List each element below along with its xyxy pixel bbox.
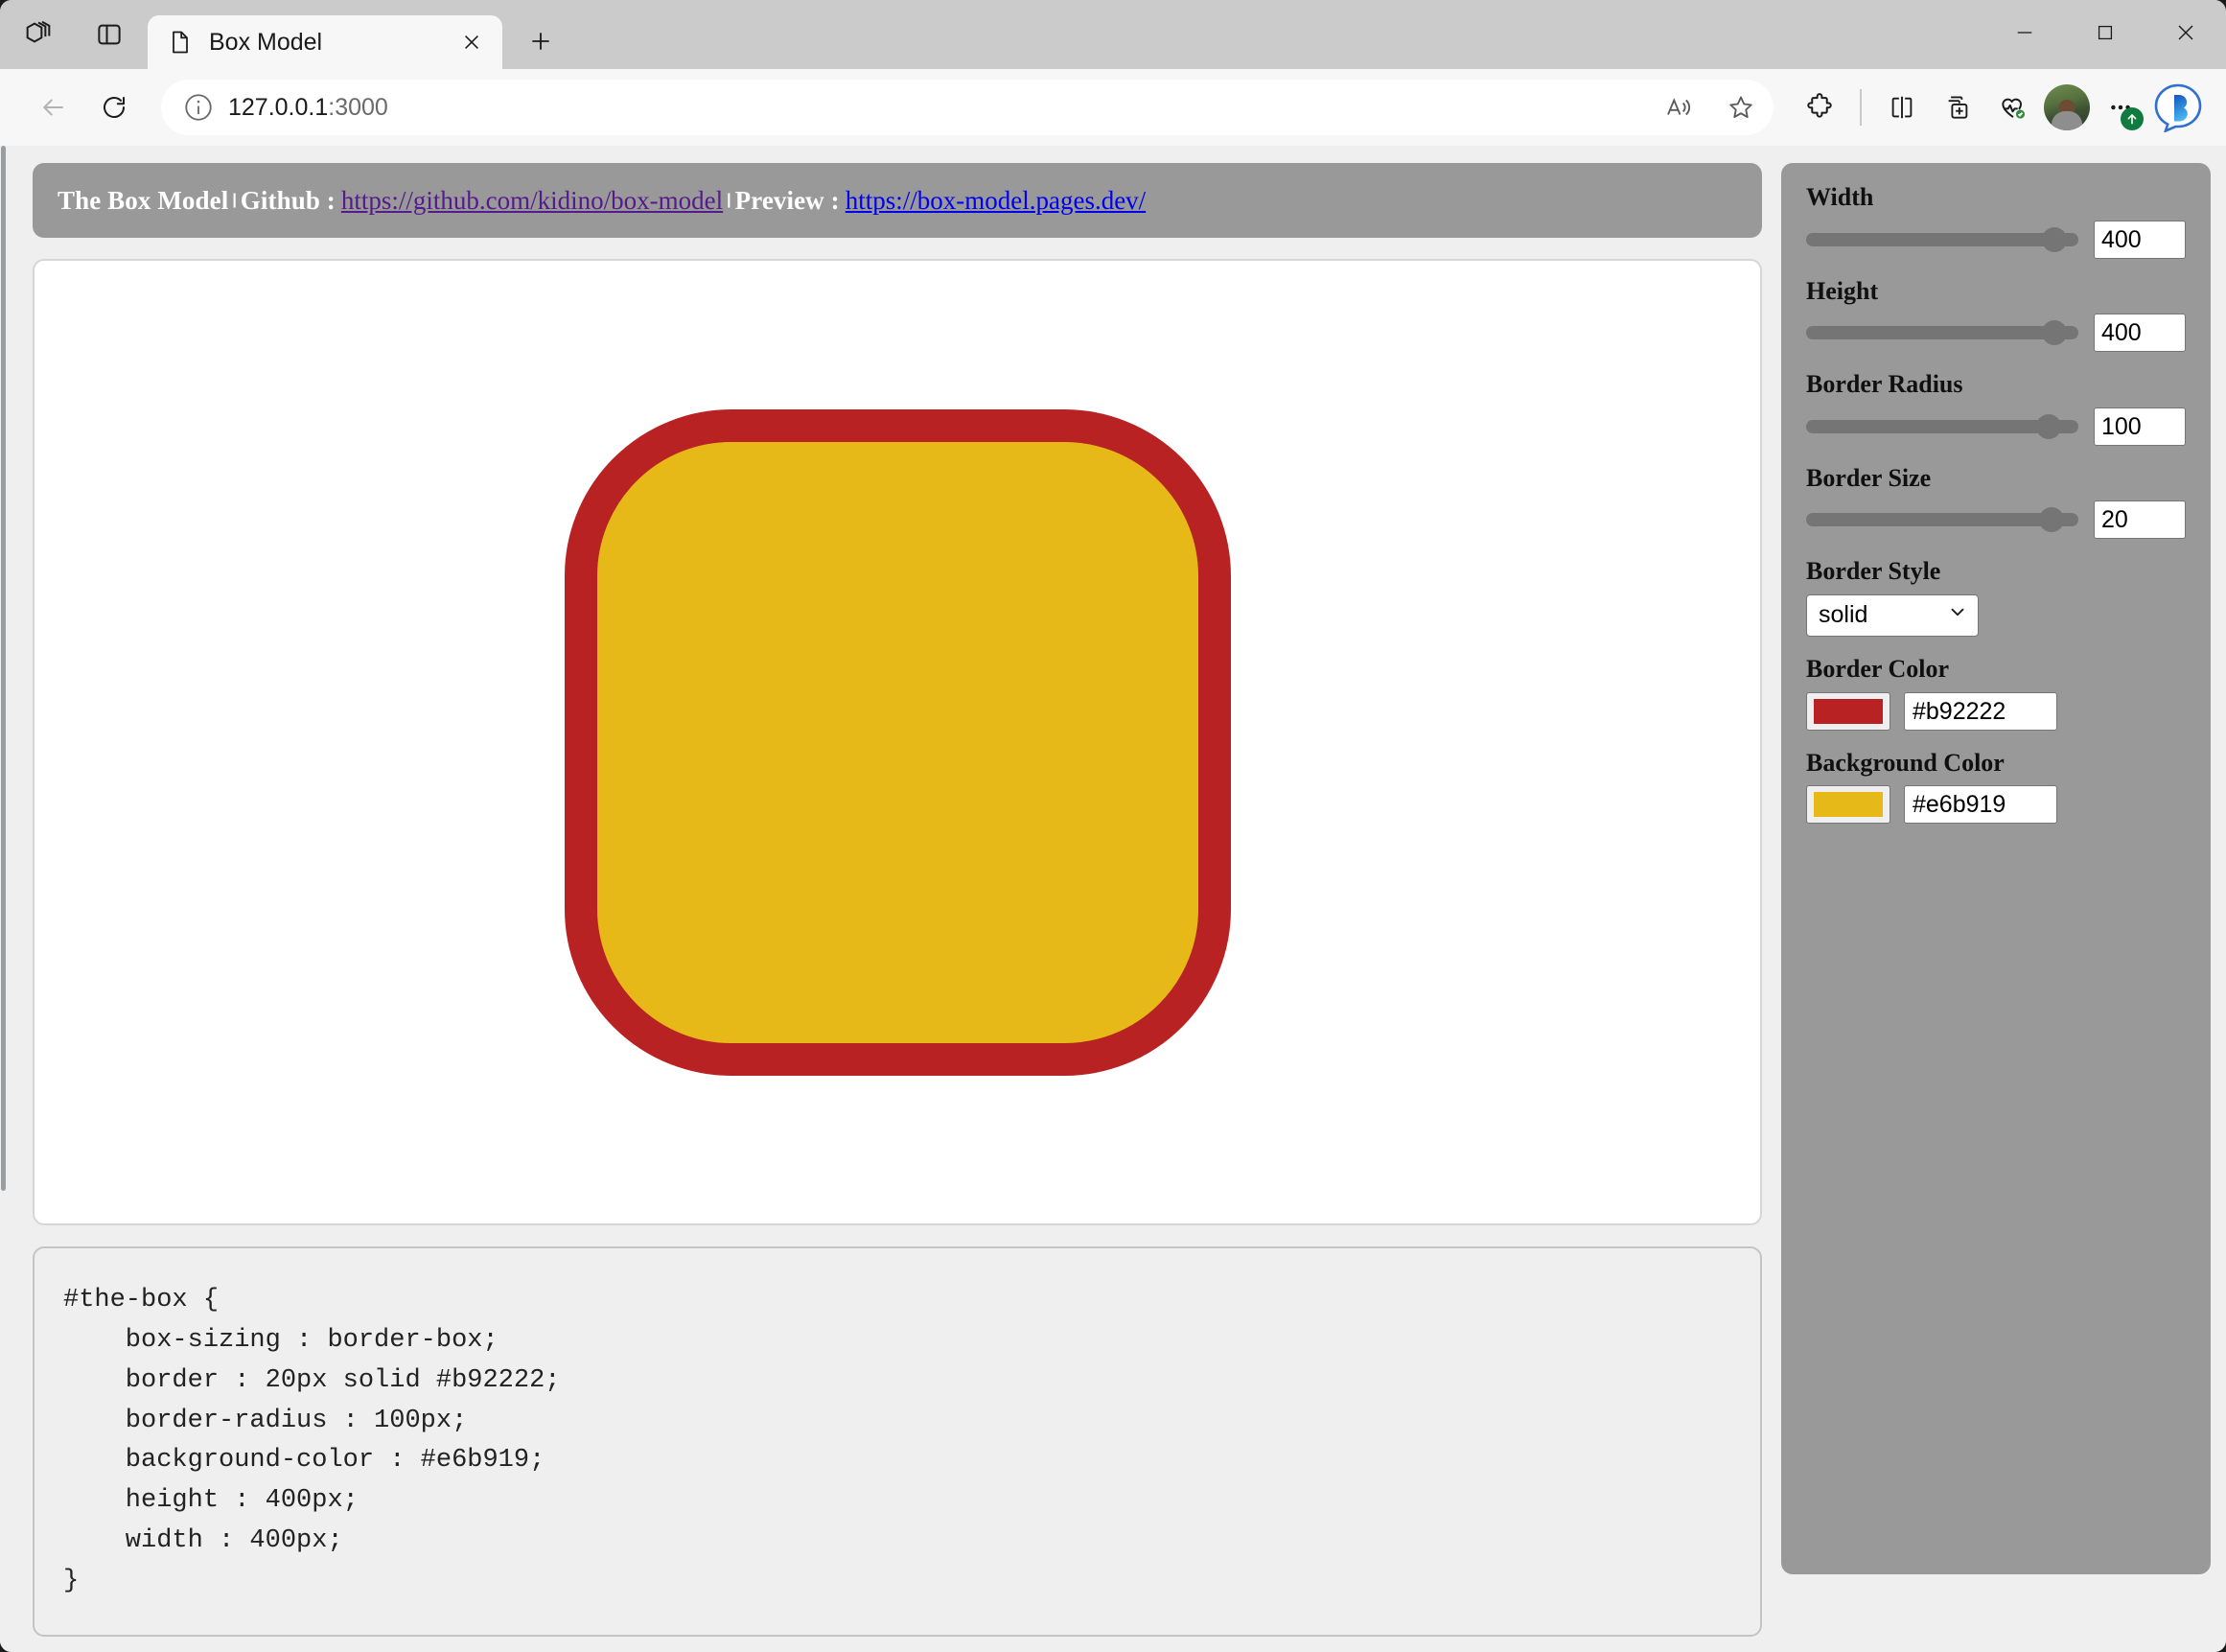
refresh-icon[interactable] [86, 80, 142, 135]
read-aloud-icon[interactable] [1653, 82, 1703, 132]
back-arrow-icon[interactable] [25, 80, 81, 135]
preview-label: Preview : [735, 186, 840, 216]
background-color-hex-input[interactable]: #e6b919 [1904, 785, 2057, 824]
address-bar-url: 127.0.0.1:3000 [228, 94, 1639, 122]
favorite-star-icon[interactable] [1716, 82, 1766, 132]
extensions-puzzle-icon[interactable] [1795, 82, 1844, 132]
tab-strip: Box Model [0, 0, 2226, 69]
minimize-icon[interactable] [1984, 0, 2065, 65]
tab-close-icon[interactable] [454, 25, 489, 59]
width-label: Width [1806, 184, 2186, 212]
github-label: Github : [241, 186, 336, 216]
controls-sidebar: Width 400 Height 400 Border Radius [1781, 163, 2211, 1574]
height-label: Height [1806, 278, 2186, 306]
page-title: The Box Model [58, 186, 228, 216]
maximize-icon[interactable] [2065, 0, 2145, 65]
border-color-picker[interactable] [1806, 692, 1890, 731]
height-slider[interactable] [1806, 321, 2078, 344]
page-viewport: The Box Model | Github : https://github.… [0, 146, 2226, 1652]
collections-icon[interactable] [1933, 82, 1983, 132]
border-size-control-row: 20 [1806, 500, 2186, 539]
browser-toolbar: 127.0.0.1:3000 [0, 69, 2226, 146]
border-size-slider-thumb[interactable] [2039, 507, 2064, 532]
border-color-chip [1814, 699, 1883, 724]
page-scrollbar[interactable] [0, 146, 7, 1652]
border-size-label: Border Size [1806, 465, 2186, 493]
height-input[interactable]: 400 [2094, 314, 2186, 352]
background-color-chip [1814, 792, 1883, 817]
the-box-element [565, 409, 1231, 1076]
tabstrip-left-icons [13, 0, 148, 69]
width-slider-thumb[interactable] [2042, 227, 2067, 252]
border-color-hex-input[interactable]: #b92222 [1904, 692, 2057, 731]
copilot-icon[interactable] [2151, 81, 2205, 134]
profile-avatar[interactable] [2044, 84, 2090, 130]
window-controls [1984, 0, 2226, 65]
preview-link[interactable]: https://box-model.pages.dev/ [846, 186, 1146, 216]
border-radius-label: Border Radius [1806, 371, 2186, 399]
border-color-label: Border Color [1806, 656, 2186, 684]
split-screen-icon[interactable] [1877, 82, 1927, 132]
background-color-label: Background Color [1806, 750, 2186, 778]
generated-css-code: #the-box { box-sizing : border-box; bord… [63, 1281, 1731, 1602]
border-style-select[interactable]: solid [1806, 594, 1979, 637]
generated-css-pane: #the-box { box-sizing : border-box; bord… [33, 1246, 1762, 1637]
height-slider-track [1806, 326, 2078, 339]
background-color-control-row: #e6b919 [1806, 785, 2186, 824]
close-icon[interactable] [2145, 0, 2226, 65]
border-style-value: solid [1819, 601, 1867, 629]
height-slider-thumb[interactable] [2042, 320, 2067, 345]
tab-actions-icon[interactable] [84, 10, 134, 59]
site-info-icon[interactable] [182, 91, 215, 124]
scrollbar-thumb[interactable] [1, 146, 6, 1191]
border-size-slider[interactable] [1806, 508, 2078, 531]
chevron-down-icon [1947, 601, 1968, 629]
browser-essentials-icon[interactable] [1988, 82, 2038, 132]
tab-title: Box Model [209, 29, 439, 57]
update-available-icon [2121, 107, 2144, 130]
background-color-picker[interactable] [1806, 785, 1890, 824]
border-radius-slider[interactable] [1806, 415, 2078, 438]
toolbar-divider [1860, 89, 1862, 126]
width-slider-track [1806, 233, 2078, 246]
border-radius-input[interactable]: 100 [2094, 407, 2186, 446]
address-bar[interactable]: 127.0.0.1:3000 [161, 80, 1774, 135]
border-size-slider-track [1806, 513, 2078, 526]
box-preview-pane [33, 259, 1762, 1225]
page-main-column: The Box Model | Github : https://github.… [17, 163, 1762, 1637]
width-control-row: 400 [1806, 221, 2186, 259]
header-separator-1: | [228, 192, 240, 209]
browser-tab[interactable]: Box Model [148, 15, 502, 69]
github-link[interactable]: https://github.com/kidino/box-model [341, 186, 723, 216]
page-header-banner: The Box Model | Github : https://github.… [33, 163, 1762, 238]
width-input[interactable]: 400 [2094, 221, 2186, 259]
border-style-label: Border Style [1806, 558, 2186, 586]
border-radius-slider-thumb[interactable] [2036, 414, 2061, 439]
browser-window: Box Model [0, 0, 2226, 1652]
settings-and-more-icon[interactable] [2096, 82, 2145, 132]
height-control-row: 400 [1806, 314, 2186, 352]
width-slider[interactable] [1806, 228, 2078, 251]
header-separator-2: | [723, 192, 734, 209]
new-tab-icon[interactable] [518, 18, 564, 64]
workspaces-icon[interactable] [13, 10, 63, 59]
border-color-control-row: #b92222 [1806, 692, 2186, 731]
page-favicon [167, 29, 194, 56]
border-radius-control-row: 100 [1806, 407, 2186, 446]
border-size-input[interactable]: 20 [2094, 500, 2186, 539]
